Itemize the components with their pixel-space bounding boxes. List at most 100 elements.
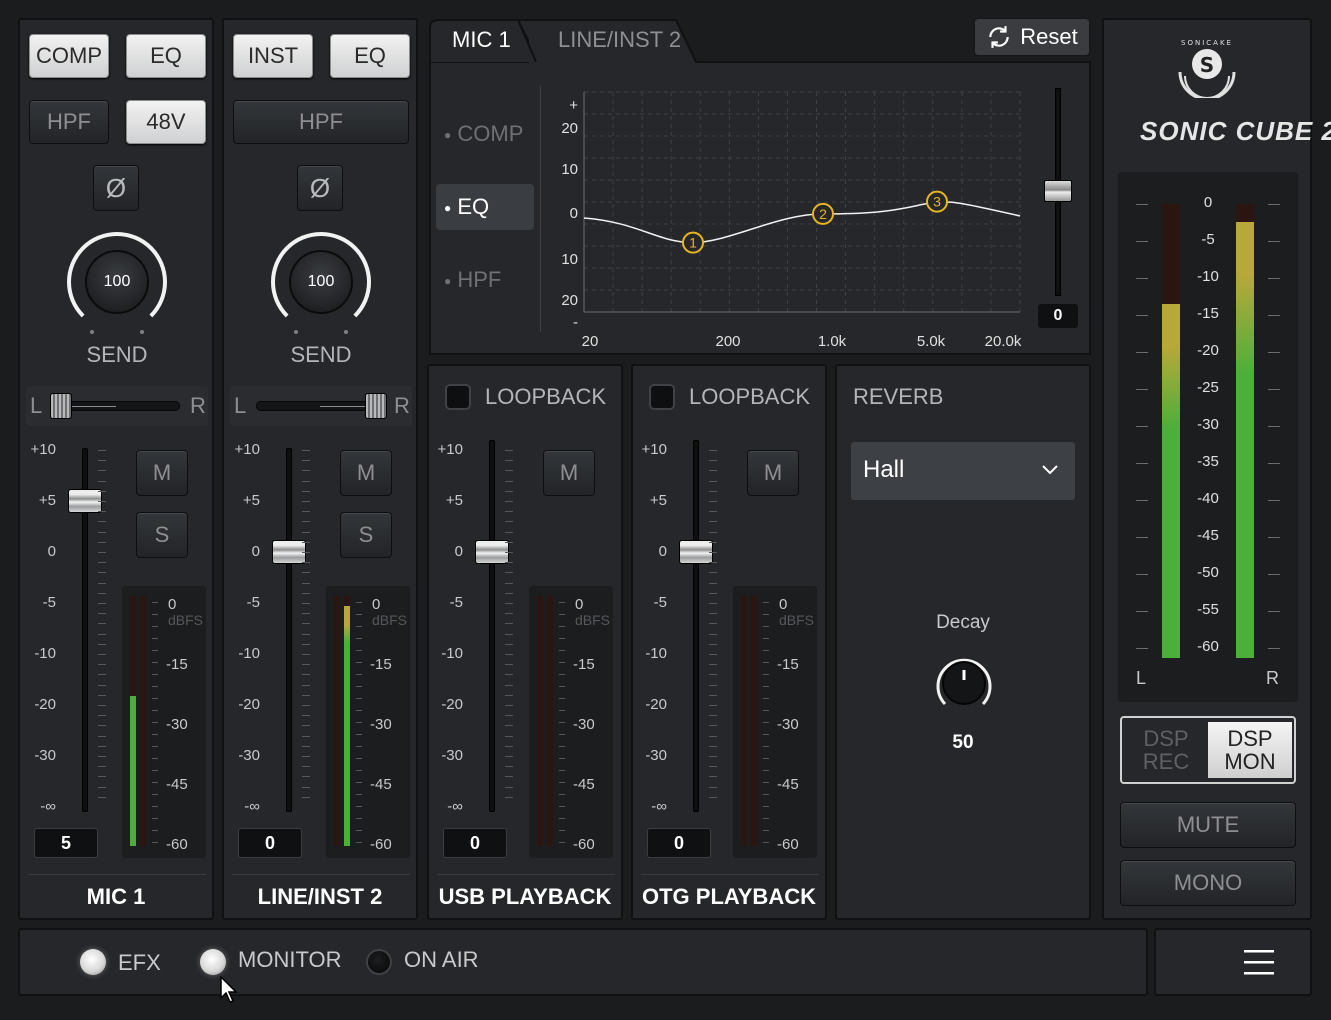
eq-button[interactable]: EQ <box>126 34 206 78</box>
eq-point-3[interactable]: 3 <box>926 190 948 213</box>
dsp-rec-option[interactable]: DSP REC <box>1124 720 1208 780</box>
fader-tick <box>505 603 513 604</box>
master-tick <box>1136 204 1148 205</box>
fader-scale-label: 0 <box>251 543 260 560</box>
mute-button[interactable]: M <box>136 450 188 496</box>
fader-tick <box>302 715 310 717</box>
output-value[interactable]: 0 <box>1038 304 1078 328</box>
efx-led[interactable] <box>80 949 106 975</box>
meter-tick <box>356 686 362 687</box>
mute-button[interactable]: M <box>340 450 392 496</box>
fader-tick <box>98 470 106 472</box>
decay-knob[interactable] <box>929 648 999 718</box>
fader-tick <box>505 521 513 523</box>
fader-track[interactable] <box>489 440 495 812</box>
pan-handle[interactable] <box>50 393 72 419</box>
fader-track[interactable] <box>693 440 699 812</box>
master-tick <box>1268 463 1280 464</box>
phase-invert-button[interactable]: Ø <box>297 165 343 211</box>
fader-handle[interactable] <box>272 540 306 564</box>
hpf-button[interactable]: HPF <box>29 100 109 144</box>
solo-button[interactable]: S <box>340 512 392 558</box>
fader-tick <box>709 521 717 523</box>
fader-tick <box>302 541 310 543</box>
eq-point-1[interactable]: 1 <box>682 231 704 254</box>
fader-scale-label: +5 <box>445 492 463 509</box>
pan-handle[interactable] <box>365 393 387 419</box>
fader-handle[interactable] <box>679 540 713 564</box>
fader-tick <box>505 745 513 747</box>
reverb-preset-select[interactable]: Hall <box>851 442 1075 500</box>
fader-value[interactable]: 0 <box>647 828 711 858</box>
phase-invert-button[interactable]: Ø <box>93 165 139 211</box>
fader-tick <box>302 572 310 574</box>
meter-scale-label: -30 <box>573 716 595 733</box>
dsp-toggle[interactable]: DSP REC DSP MON <box>1120 716 1296 784</box>
fader-tick <box>709 562 717 564</box>
fader-value[interactable]: 0 <box>443 828 507 858</box>
section-hpf[interactable]: ● HPF <box>444 267 501 293</box>
mute-button[interactable]: M <box>543 450 595 496</box>
loopback-checkbox[interactable] <box>649 384 675 410</box>
tab-mic1[interactable]: MIC 1 <box>452 27 511 53</box>
fader-tick <box>709 776 717 778</box>
fader-tick <box>98 705 106 706</box>
meter-tick <box>763 662 769 663</box>
eq-freq-label: 200 <box>715 333 740 350</box>
eq-button[interactable]: EQ <box>330 34 410 78</box>
fader-scale-label: -∞ <box>447 798 463 815</box>
fader-value[interactable]: 0 <box>238 828 302 858</box>
hpf-button[interactable]: HPF <box>233 100 409 144</box>
send-knob[interactable]: 100 <box>67 232 167 332</box>
solo-button[interactable]: S <box>136 512 188 558</box>
meter-scale-label: -45 <box>777 776 799 793</box>
meter-tick <box>152 842 158 843</box>
eq-graph[interactable]: +201001020-20 200 1.0k 5.0k 20.0k 123 <box>548 80 1038 352</box>
inst-button[interactable]: INST <box>233 34 313 78</box>
eq-dot-icon: ● <box>444 201 452 216</box>
section-comp[interactable]: ● COMP <box>444 121 523 147</box>
dsp-mon-option[interactable]: DSP MON <box>1208 722 1292 778</box>
fader-tick <box>505 756 513 757</box>
fader-track[interactable] <box>286 448 292 812</box>
fader-tick <box>98 745 106 747</box>
monitor-led[interactable] <box>200 949 226 975</box>
meter-tick <box>763 710 769 711</box>
comp-button[interactable]: COMP <box>29 34 109 78</box>
fader-handle[interactable] <box>475 540 509 564</box>
meter-tick <box>356 722 362 723</box>
fader-tick <box>505 490 513 492</box>
fader-tick <box>709 613 717 615</box>
meter-scale-label: -60 <box>370 836 392 853</box>
loopback-checkbox[interactable] <box>445 384 471 410</box>
section-eq[interactable]: ● EQ <box>444 194 489 220</box>
fader-tick <box>98 531 106 533</box>
hamburger-menu-icon[interactable] <box>1244 948 1276 978</box>
reset-label: Reset <box>1020 24 1078 49</box>
master-mute-button[interactable]: MUTE <box>1120 802 1296 848</box>
eq-point-2[interactable]: 2 <box>812 202 834 225</box>
master-tick <box>1268 204 1280 205</box>
phantom-48v-button[interactable]: 48V <box>126 100 206 144</box>
meter-unit: dBFS <box>168 612 204 628</box>
meter-tick <box>763 806 769 807</box>
fader-value[interactable]: 5 <box>34 828 98 858</box>
fader-handle[interactable] <box>68 489 102 513</box>
master-section: S SONICAKE SONIC CUBE 2 0 -5 -10 -15 -20 -25 -… <box>1102 18 1331 920</box>
meter-tick <box>559 770 565 771</box>
mute-button[interactable]: M <box>747 450 799 496</box>
tab-line-inst2[interactable]: LINE/INST 2 <box>558 27 681 53</box>
output-fader-handle[interactable] <box>1044 180 1072 202</box>
on-air-led[interactable] <box>366 949 392 975</box>
send-knob[interactable]: 100 <box>271 232 371 332</box>
reset-button[interactable]: Reset <box>974 18 1090 56</box>
master-scale-label: -10 <box>1197 268 1219 285</box>
fader-tick <box>505 501 513 502</box>
eq-points[interactable]: 1 2 3 <box>682 190 948 254</box>
fader-tick <box>302 480 310 482</box>
fader-tick <box>505 613 513 615</box>
eq-freq-label: 5.0k <box>917 333 946 350</box>
master-mono-button[interactable]: MONO <box>1120 860 1296 906</box>
fader-tick <box>98 796 106 798</box>
fader-tick <box>709 460 717 462</box>
